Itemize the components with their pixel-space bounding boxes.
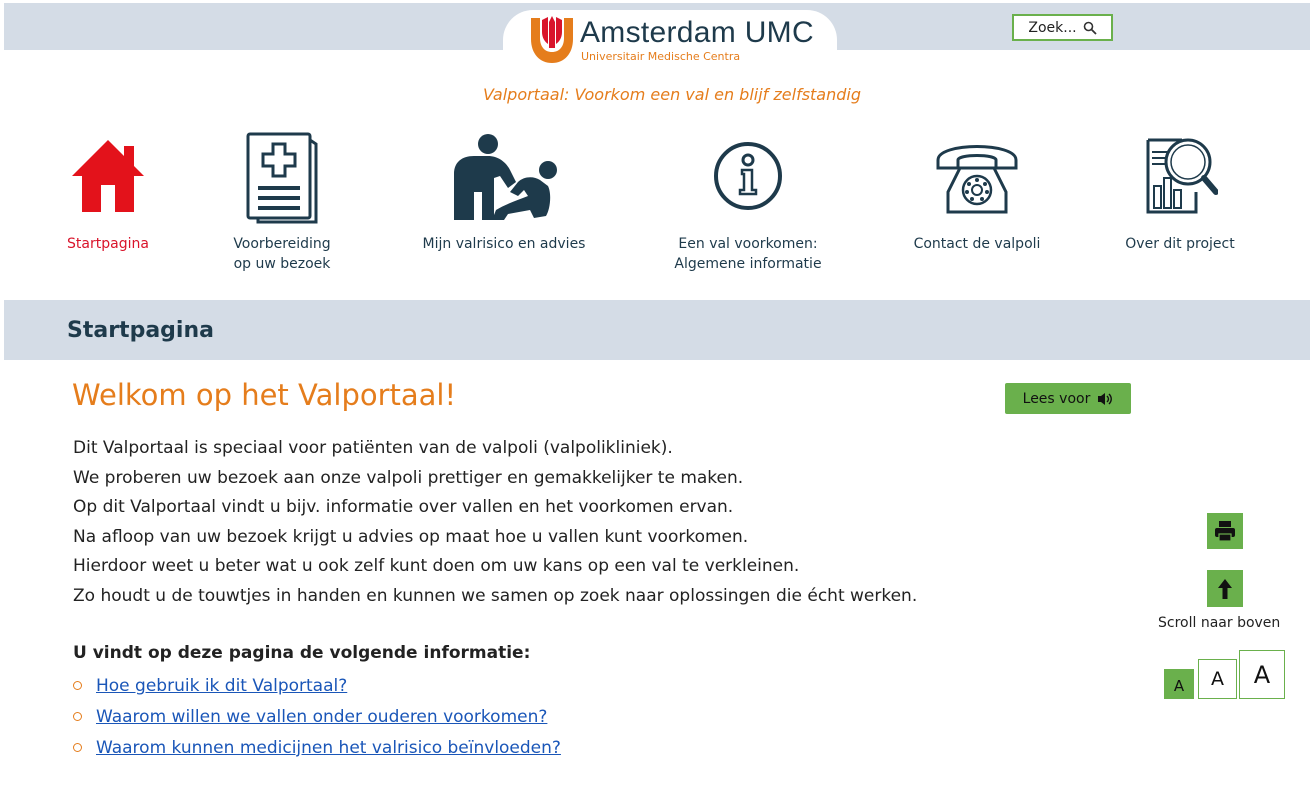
nav-item-val-voorkomen[interactable]: Een val voorkomen: Algemene informatie (674, 130, 822, 272)
info-icon (714, 142, 782, 210)
search-button[interactable]: Zoek... (1012, 14, 1113, 41)
nav-item-over-project[interactable]: Over dit project (1125, 130, 1235, 252)
printer-icon (1215, 521, 1235, 542)
search-label: Zoek... (1028, 19, 1077, 36)
section-title: Startpagina (67, 318, 214, 343)
info-link-list: Hoe gebruik ik dit Valportaal? Waarom wi… (73, 672, 561, 765)
medical-document-icon (246, 132, 318, 224)
logo[interactable]: Amsterdam UMC Universitair Medische Cent… (503, 10, 837, 72)
list-item: Hoe gebruik ik dit Valportaal? (73, 672, 561, 703)
nav-label-startpagina: Startpagina (67, 236, 149, 252)
bullet-icon (73, 681, 82, 690)
font-size-small-button[interactable]: A (1164, 669, 1194, 699)
read-aloud-label: Lees voor (1022, 390, 1091, 407)
nav-label-valrisico: Mijn valrisico en advies (422, 236, 586, 252)
scroll-top-button[interactable] (1207, 570, 1243, 607)
read-aloud-button[interactable]: Lees voor (1005, 383, 1131, 414)
report-search-icon (1146, 138, 1218, 214)
scroll-top-label: Scroll naar boven (1158, 615, 1281, 631)
nav-item-startpagina[interactable]: Startpagina (67, 130, 149, 252)
arrow-up-icon (1218, 578, 1232, 599)
font-size-large-button[interactable]: A (1239, 650, 1285, 699)
list-item: Waarom willen we vallen onder ouderen vo… (73, 703, 561, 734)
intro-text: Dit Valportaal is speciaal voor patiënte… (73, 434, 917, 611)
nav-label-val-voorkomen: Een val voorkomen: Algemene informatie (674, 236, 822, 272)
intro-line: We proberen uw bezoek aan onze valpoli p… (73, 467, 744, 488)
link-waarom-voorkomen[interactable]: Waarom willen we vallen onder ouderen vo… (96, 707, 547, 727)
logo-title: Amsterdam UMC (580, 16, 814, 49)
list-item: Waarom kunnen medicijnen het valrisico b… (73, 734, 561, 765)
info-heading: U vindt op deze pagina de volgende infor… (73, 643, 531, 663)
nav-label-voorbereiding: Voorbereiding op uw bezoek (233, 236, 331, 272)
fall-assist-icon (454, 134, 557, 220)
nav-label-contact: Contact de valpoli (913, 236, 1041, 252)
intro-line: Zo houdt u de touwtjes in handen en kunn… (73, 585, 918, 606)
intro-line: Na afloop van uw bezoek krijgt u advies … (73, 526, 749, 547)
nav-item-voorbereiding[interactable]: Voorbereiding op uw bezoek (233, 130, 331, 272)
home-icon (72, 140, 144, 212)
bullet-icon (73, 743, 82, 752)
logo-subtitle: Universitair Medische Centra (581, 50, 741, 63)
nav-item-contact[interactable]: Contact de valpoli (914, 130, 1040, 252)
font-size-medium-button[interactable]: A (1198, 659, 1237, 699)
link-hoe-gebruik[interactable]: Hoe gebruik ik dit Valportaal? (96, 676, 347, 696)
print-button[interactable] (1207, 513, 1243, 549)
telephone-icon (936, 145, 1018, 214)
nav-label-over-project: Over dit project (1125, 236, 1235, 252)
tulip-logo-icon (531, 16, 573, 63)
section-header: Startpagina (4, 300, 1310, 360)
link-medicijnen[interactable]: Waarom kunnen medicijnen het valrisico b… (96, 738, 561, 758)
nav-item-valrisico[interactable]: Mijn valrisico en advies (423, 130, 585, 252)
page-heading: Welkom op het Valportaal! (72, 378, 457, 412)
intro-line: Hierdoor weet u beter wat u ook zelf kun… (73, 556, 800, 576)
intro-line: Op dit Valportaal vindt u bijv. informat… (73, 497, 734, 517)
intro-line: Dit Valportaal is speciaal voor patiënte… (73, 438, 673, 458)
search-icon (1083, 21, 1097, 35)
bullet-icon (73, 712, 82, 721)
tagline: Valportaal: Voorkom een val en blijf zel… (482, 85, 862, 104)
speaker-icon (1098, 392, 1113, 405)
